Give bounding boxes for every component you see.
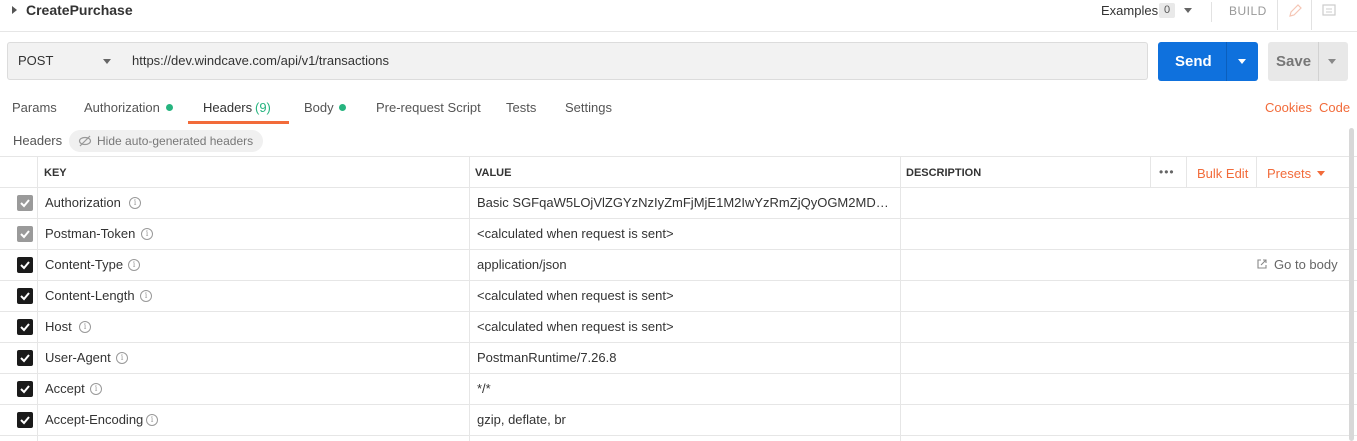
header-key[interactable]: Postman-Token — [45, 226, 135, 241]
row-divider — [0, 342, 1357, 343]
row-divider — [0, 249, 1357, 250]
column-header-description: DESCRIPTION — [906, 167, 982, 179]
row-checkbox[interactable] — [17, 288, 33, 304]
headers-section-title: Headers — [13, 133, 63, 148]
row-divider — [0, 373, 1357, 374]
row-checkbox[interactable] — [17, 226, 33, 242]
send-split-divider — [1226, 42, 1227, 81]
info-icon[interactable]: i — [146, 414, 158, 426]
method-label: POST — [18, 53, 54, 68]
send-options-chevron-down-icon[interactable] — [1238, 59, 1246, 64]
info-icon[interactable]: i — [90, 383, 102, 395]
bulk-edit-link[interactable]: Bulk Edit — [1197, 166, 1248, 181]
send-button-label[interactable]: Send — [1175, 53, 1212, 70]
column-divider — [1256, 156, 1257, 187]
code-link[interactable]: Code — [1319, 100, 1350, 115]
hide-auto-headers-label[interactable]: Hide auto-generated headers — [97, 134, 253, 148]
header-key[interactable]: Authorization — [45, 195, 121, 210]
header-key[interactable]: Accept — [45, 381, 85, 396]
row-checkbox[interactable] — [17, 195, 33, 211]
tab-headers[interactable]: Headers — [203, 100, 252, 115]
header-value[interactable]: gzip, deflate, br — [477, 412, 566, 427]
header-value[interactable]: */* — [477, 381, 491, 396]
header-value[interactable]: <calculated when request is sent> — [477, 288, 674, 303]
row-checkbox[interactable] — [17, 381, 33, 397]
tab-tests[interactable]: Tests — [506, 100, 536, 115]
row-checkbox[interactable] — [17, 350, 33, 366]
vertical-scrollbar[interactable] — [1349, 128, 1354, 441]
column-divider — [1186, 156, 1187, 187]
header-value[interactable]: <calculated when request is sent> — [477, 226, 674, 241]
column-divider — [469, 156, 470, 441]
row-divider — [0, 311, 1357, 312]
headers-count: (9) — [255, 100, 271, 115]
info-icon[interactable]: i — [140, 290, 152, 302]
column-divider — [900, 156, 901, 441]
row-checkbox[interactable] — [17, 319, 33, 335]
tab-authorization[interactable]: Authorization — [84, 100, 160, 115]
column-divider — [37, 156, 38, 441]
info-icon[interactable]: i — [79, 321, 91, 333]
more-options-icon[interactable]: ••• — [1159, 165, 1175, 179]
examples-dropdown[interactable]: Examples — [1101, 3, 1158, 18]
comments-icon[interactable] — [1321, 3, 1337, 22]
header-value[interactable]: PostmanRuntime/7.26.8 — [477, 350, 616, 365]
eye-off-icon — [78, 134, 92, 151]
external-link-icon[interactable] — [1256, 258, 1268, 273]
save-options-chevron-down-icon[interactable] — [1328, 59, 1336, 64]
header-key[interactable]: Content-Type — [45, 257, 123, 272]
table-top-border — [0, 156, 1357, 157]
divider — [1211, 2, 1212, 22]
tab-body[interactable]: Body — [304, 100, 334, 115]
authorization-status-dot — [166, 104, 173, 111]
method-chevron-down-icon[interactable] — [103, 59, 111, 64]
row-checkbox[interactable] — [17, 257, 33, 273]
info-icon[interactable]: i — [116, 352, 128, 364]
divider — [1277, 0, 1278, 30]
header-key[interactable]: Accept-Encoding — [45, 412, 143, 427]
url-text[interactable]: https://dev.windcave.com/api/v1/transact… — [132, 53, 389, 68]
presets-chevron-down-icon[interactable] — [1317, 171, 1325, 176]
header-value[interactable]: <calculated when request is sent> — [477, 319, 674, 334]
save-button-label[interactable]: Save — [1276, 53, 1311, 70]
save-split-divider — [1318, 42, 1319, 81]
row-divider — [0, 280, 1357, 281]
info-icon[interactable]: i — [129, 197, 141, 209]
table-header-border — [0, 187, 1357, 188]
row-divider — [0, 218, 1357, 219]
active-tab-indicator — [188, 121, 289, 124]
request-name[interactable]: CreatePurchase — [26, 2, 133, 18]
cookies-link[interactable]: Cookies — [1265, 100, 1312, 115]
header-key[interactable]: Content-Length — [45, 288, 135, 303]
column-divider — [1150, 156, 1151, 187]
info-icon[interactable]: i — [141, 228, 153, 240]
row-divider — [0, 404, 1357, 405]
header-value[interactable]: Basic SGFqaW5LOjVlZGYzNzIyZmFjMjE1M2IwYz… — [477, 195, 897, 210]
examples-count-badge: 0 — [1159, 3, 1175, 18]
tab-settings[interactable]: Settings — [565, 100, 612, 115]
edit-pencil-icon[interactable] — [1287, 3, 1303, 22]
row-divider — [0, 435, 1357, 436]
body-status-dot — [339, 104, 346, 111]
go-to-body-link[interactable]: Go to body — [1274, 257, 1338, 272]
presets-dropdown[interactable]: Presets — [1267, 166, 1311, 181]
header-key[interactable]: Host — [45, 319, 72, 334]
divider — [1311, 0, 1312, 30]
tab-pre-request-script[interactable]: Pre-request Script — [376, 100, 481, 115]
info-icon[interactable]: i — [128, 259, 140, 271]
row-checkbox[interactable] — [17, 412, 33, 428]
examples-chevron-down-icon[interactable] — [1184, 8, 1192, 13]
build-mode-label[interactable]: BUILD — [1229, 4, 1267, 18]
column-header-key: KEY — [44, 167, 67, 179]
tab-params[interactable]: Params — [12, 100, 57, 115]
header-key[interactable]: User-Agent — [45, 350, 111, 365]
expand-caret-icon[interactable] — [12, 6, 17, 14]
column-header-value: VALUE — [475, 167, 512, 179]
header-value[interactable]: application/json — [477, 257, 567, 272]
